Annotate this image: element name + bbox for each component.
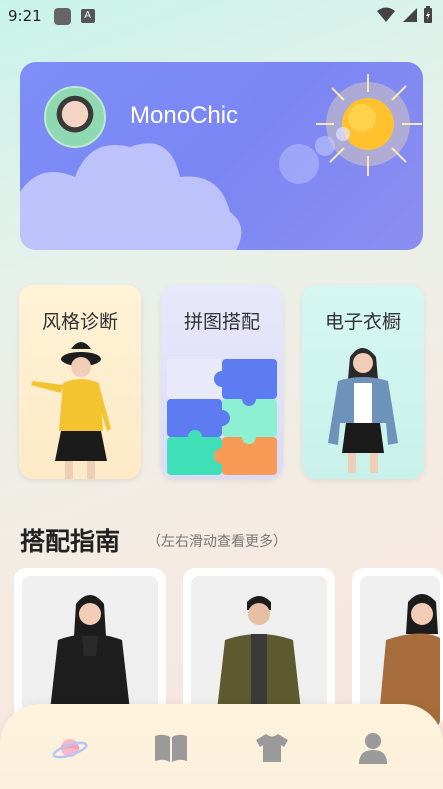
user-icon <box>359 733 387 764</box>
brand-name: MonoChic <box>130 102 239 129</box>
puzzle-match-card[interactable]: 拼图搭配 <box>161 285 283 479</box>
planet-icon <box>52 739 88 759</box>
nav-guide[interactable] <box>151 728 191 768</box>
cloud-illustration <box>20 143 242 250</box>
wifi-icon <box>377 7 395 22</box>
sun-flare-illustration <box>279 127 350 184</box>
puzzle-illustration <box>167 359 277 475</box>
fashion-model-illustration <box>31 342 111 479</box>
tshirt-icon <box>256 734 288 762</box>
nav-home[interactable] <box>50 728 90 768</box>
style-diagnosis-card[interactable]: 风格诊断 <box>19 285 141 479</box>
signal-icon <box>403 8 417 22</box>
denim-jacket-model-illustration <box>328 348 398 473</box>
section-hint: （左右滑动查看更多） <box>147 534 287 550</box>
status-indicators <box>377 6 433 24</box>
digital-wardrobe-card[interactable]: 电子衣橱 <box>302 285 424 479</box>
app-badge-icon: A <box>80 9 95 23</box>
section-title: 搭配指南 <box>20 527 121 556</box>
card-title: 风格诊断 <box>41 311 118 333</box>
app-notification-icon <box>53 7 71 25</box>
profile-banner[interactable]: MonoChic <box>20 62 423 250</box>
status-time: 9:21 <box>8 7 42 25</box>
battery-icon <box>424 6 432 23</box>
book-icon <box>155 734 187 762</box>
nav-wardrobe[interactable] <box>252 728 292 768</box>
status-bar: 9:21 A <box>0 0 443 32</box>
bottom-nav <box>0 704 443 789</box>
nav-profile[interactable] <box>353 728 393 768</box>
avatar[interactable] <box>44 86 106 148</box>
card-title: 电子衣橱 <box>324 311 401 333</box>
card-title: 拼图搭配 <box>183 311 260 333</box>
